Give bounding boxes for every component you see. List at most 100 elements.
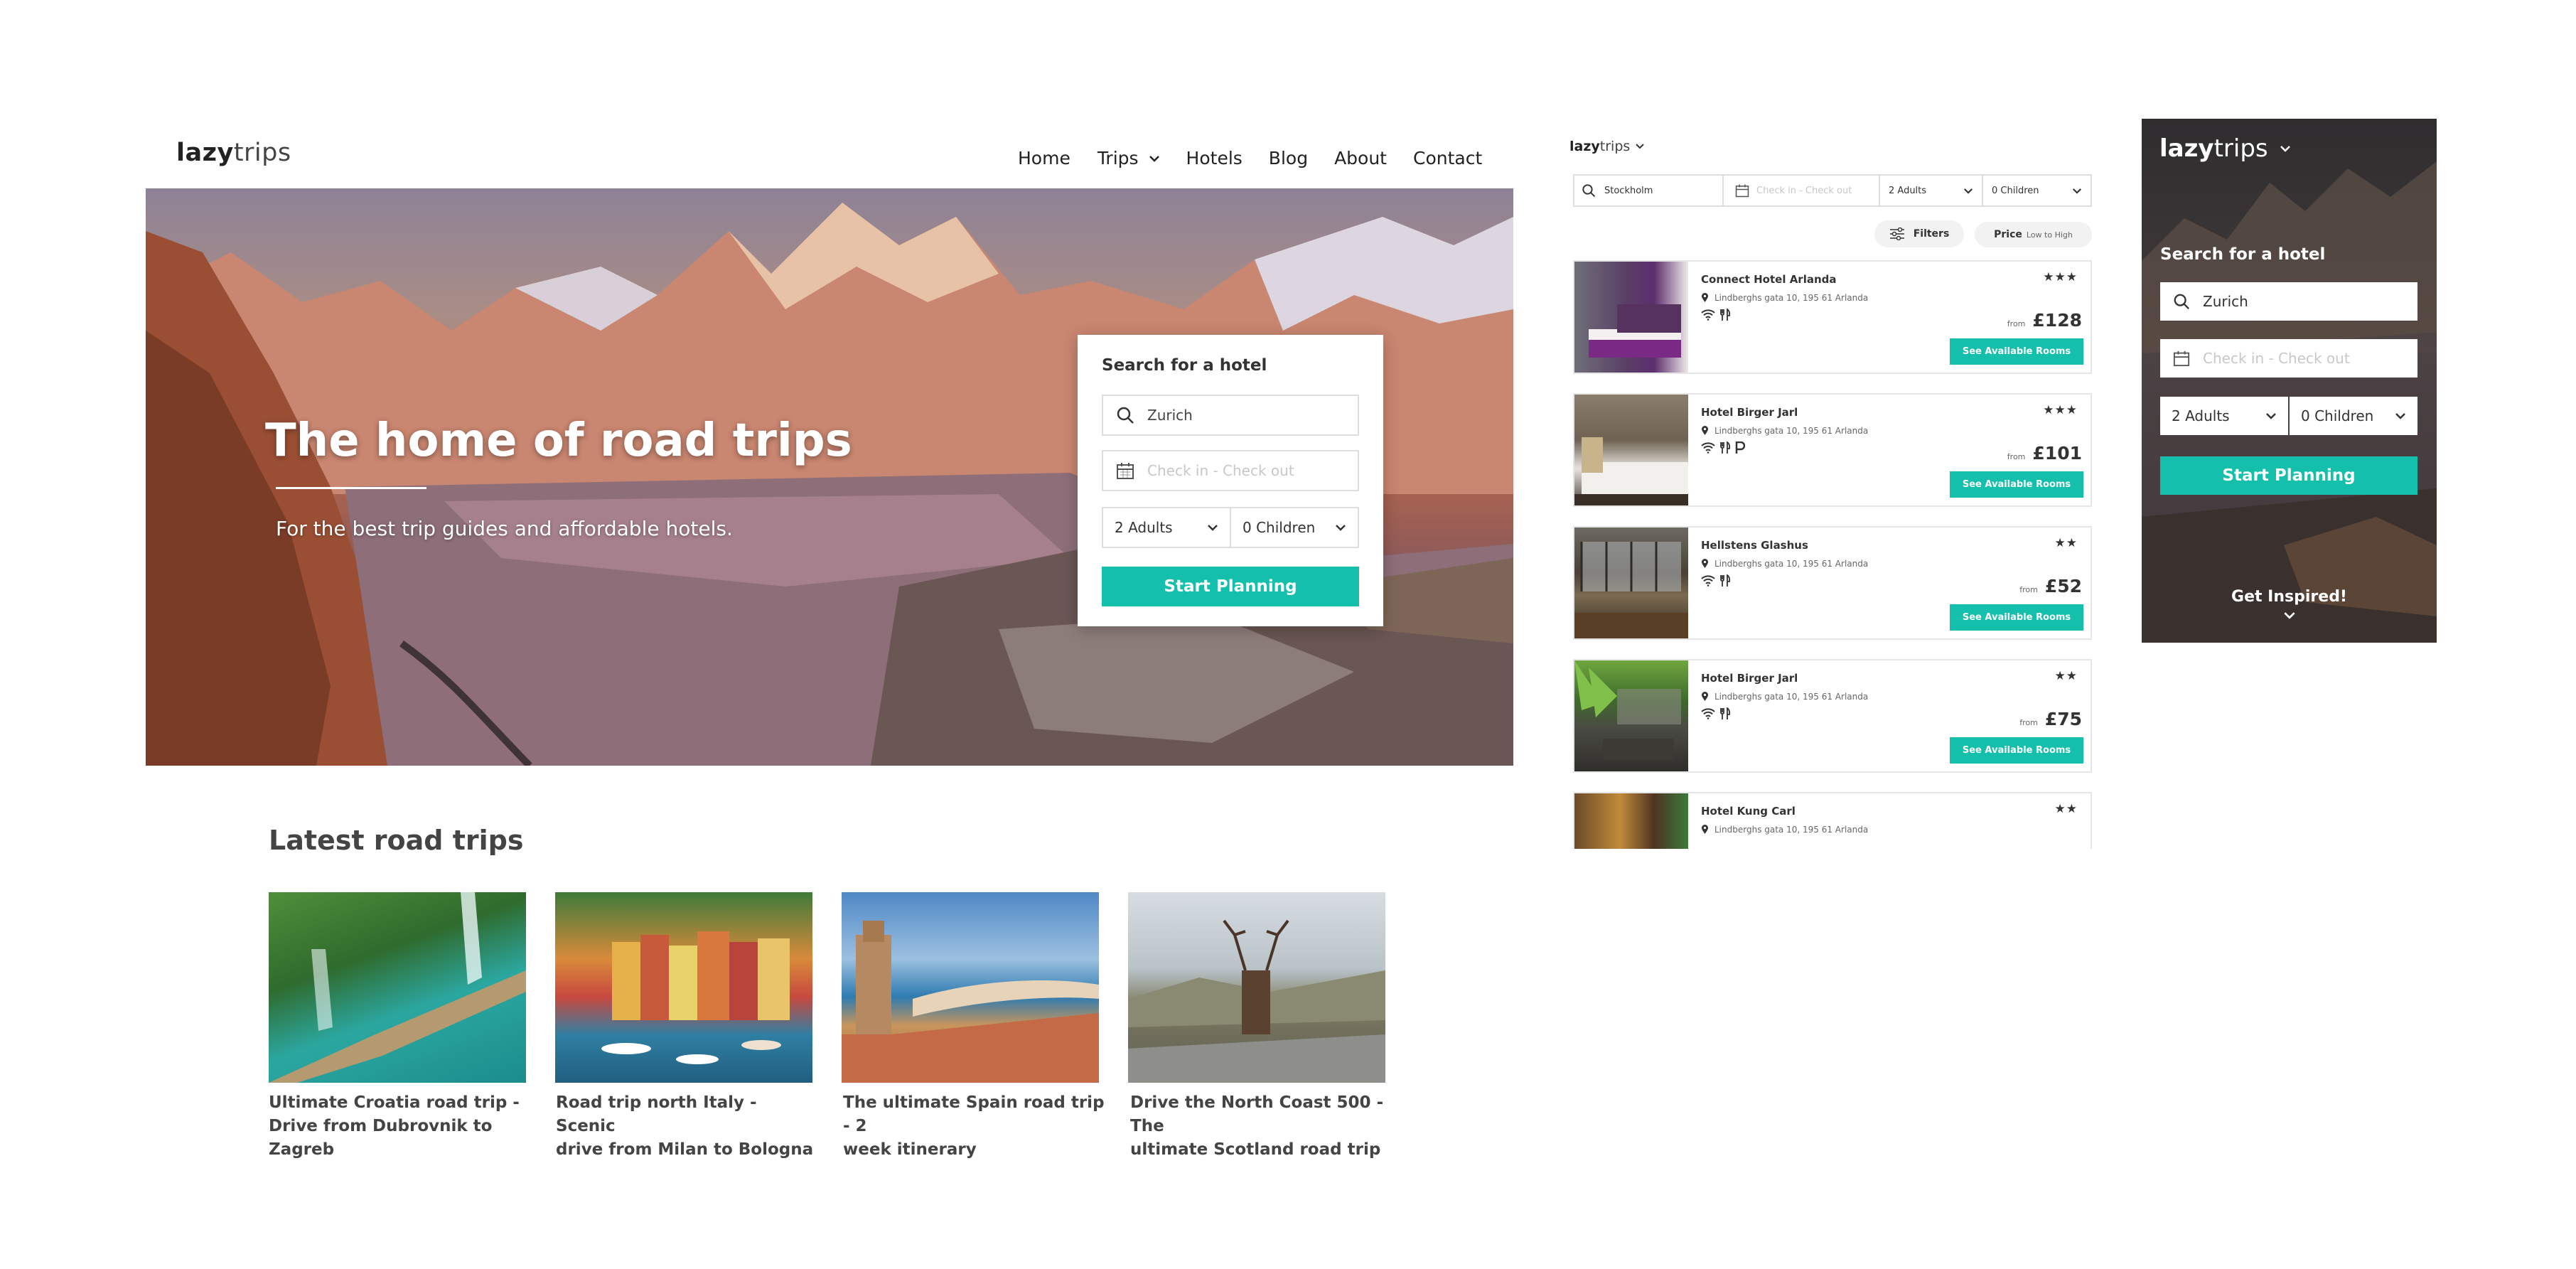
mobile-logo[interactable]: lazytrips [2159,134,2291,163]
trip-card-image-croatia[interactable] [269,892,526,1083]
trip-card-title[interactable]: Ultimate Croatia road trip - Drive from … [269,1091,533,1162]
mobile-adults-select[interactable]: 2 Adults [2160,397,2288,435]
mobile-children-select[interactable]: 0 Children [2290,397,2417,435]
mobile-start-planning-button[interactable]: Start Planning [2160,456,2417,495]
desktop-logo[interactable]: lazytrips [176,139,291,167]
chevron-down-icon [2280,146,2290,152]
wifi-icon [1701,575,1715,587]
hotel-name[interactable]: Connect Hotel Arlanda [1701,273,1837,286]
destination-value: Stockholm [1604,185,1653,196]
hotel-stars: ★★★ [2043,270,2078,284]
location-pin-icon [1702,426,1708,435]
trip-title-line: Drive the North Coast 500 - The [1130,1093,1384,1135]
nav-trips[interactable]: Trips [1098,148,1160,168]
waterfall-illustration [269,892,526,1083]
see-available-rooms-button[interactable]: See Available Rooms [1950,471,2083,498]
hero-divider [276,487,426,489]
start-planning-button[interactable]: Start Planning [1102,567,1359,606]
hotel-card[interactable]: Hotel Birger Jarl Lindberghs gata 10, 19… [1573,659,2092,773]
nav-blog[interactable]: Blog [1269,148,1308,168]
search-icon [1117,407,1134,424]
hotel-card[interactable]: Hellstens Glashus Lindberghs gata 10, 19… [1573,526,2092,640]
hotel-name[interactable]: Hotel Birger Jarl [1701,672,1798,685]
sort-price-button[interactable]: Price Low to High [1975,222,2092,247]
destination-input[interactable]: Zurich [1102,395,1359,436]
interior-illustration [1574,542,1688,638]
price-value: £52 [2044,576,2082,596]
hotels-dates-input[interactable]: Check in - Check out [1724,176,1880,205]
bed-illustration [1574,437,1688,505]
see-available-rooms-button[interactable]: See Available Rooms [1950,737,2083,764]
nav-trips-label: Trips [1097,148,1139,168]
hotel-photo [1574,528,1688,638]
chevron-down-icon [1963,188,1973,194]
filters-label: Filters [1913,228,1950,240]
price-from-label: from [2007,319,2026,328]
hotel-amenities [1701,309,1731,321]
hero-subtitle: For the best trip guides and affordable … [276,517,733,540]
hotel-photo [1574,262,1688,373]
hotel-address: Lindberghs gata 10, 195 61 Arlanda [1701,293,1868,303]
hotels-destination-input[interactable]: Stockholm [1574,176,1724,205]
see-available-rooms-button[interactable]: See Available Rooms [1950,338,2083,365]
filters-button[interactable]: Filters [1874,220,1964,247]
nav-about[interactable]: About [1334,148,1387,168]
search-icon [1582,184,1596,198]
nav-hotels[interactable]: Hotels [1186,148,1243,168]
search-card-title: Search for a hotel [1102,356,1267,375]
trip-title-line: The ultimate Spain road trip - 2 [843,1093,1105,1135]
harbour-illustration [601,931,790,1064]
see-available-rooms-button[interactable]: See Available Rooms [1950,604,2083,631]
get-inspired-link[interactable]: Get Inspired! [2142,588,2437,619]
price-from-label: from [2019,585,2038,594]
chevron-down-icon [1336,525,1346,531]
nav-contact[interactable]: Contact [1413,148,1482,168]
hotels-adults-select[interactable]: 2 Adults [1880,176,1983,205]
hotel-amenities [1701,441,1745,454]
wifi-icon [1701,708,1715,719]
latest-trips-heading: Latest road trips [269,825,524,856]
parking-icon [1735,441,1745,454]
price-from-label: from [2007,452,2026,461]
hotel-price: from £128 [2007,310,2082,331]
hotels-logo[interactable]: lazytrips [1569,139,1644,154]
trip-card-image-scotland[interactable] [1128,892,1385,1083]
nav-home[interactable]: Home [1018,148,1070,168]
hotels-children-select[interactable]: 0 Children [1983,176,2091,205]
hotel-name[interactable]: Hotel Birger Jarl [1701,406,1798,419]
location-pin-icon [1702,293,1708,302]
mobile-destination-input[interactable]: Zurich [2160,282,2417,321]
hotel-card[interactable]: Hotel Birger Jarl Lindberghs gata 10, 19… [1573,393,2092,507]
price-value: £128 [2032,310,2082,331]
trip-card-title[interactable]: Drive the North Coast 500 - The ultimate… [1130,1091,1395,1162]
logo-bold: lazy [2159,134,2214,163]
search-icon [2174,294,2189,309]
chevron-down-icon [2072,188,2082,194]
children-value: 0 Children [1992,185,2039,196]
trip-card-title[interactable]: Road trip north Italy - Scenic drive fro… [556,1091,820,1162]
trip-card-title[interactable]: The ultimate Spain road trip - 2 week it… [843,1091,1107,1162]
hero-banner: The home of road trips For the best trip… [146,188,1513,766]
location-pin-icon [1702,825,1708,834]
coast-illustration [842,921,1099,1083]
hotel-name[interactable]: Hotel Kung Carl [1701,805,1796,818]
price-value: £75 [2044,709,2082,729]
adults-value: 2 Adults [2172,407,2230,424]
get-inspired-label: Get Inspired! [2231,588,2347,606]
trip-card-image-italy[interactable] [555,892,812,1083]
hotel-name[interactable]: Hellstens Glashus [1701,539,1808,552]
trip-title-line: ultimate Scotland road trip [1130,1140,1381,1159]
mobile-dates-input[interactable]: Check in - Check out [2160,339,2417,378]
children-select[interactable]: 0 Children [1230,507,1359,548]
wifi-icon [1701,309,1715,321]
restaurant-icon [1720,441,1731,454]
logo-light: trips [233,139,291,167]
hotel-photo [1574,660,1688,771]
adults-select[interactable]: 2 Adults [1102,507,1231,548]
lobby-illustration [1574,660,1681,760]
hotel-card[interactable]: Connect Hotel Arlanda Lindberghs gata 10… [1573,260,2092,374]
dates-input[interactable]: Check in - Check out [1102,450,1359,491]
hotel-card[interactable]: Hotel Kung Carl Lindberghs gata 10, 195 … [1573,792,2092,849]
deer-illustration [1128,919,1385,1083]
trip-card-image-spain[interactable] [842,892,1099,1083]
